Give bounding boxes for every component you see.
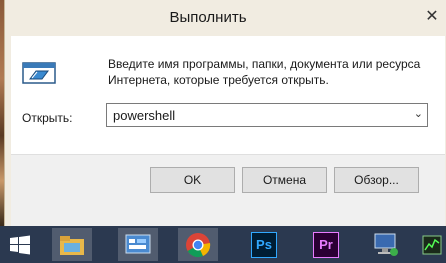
premiere-icon: Pr — [313, 231, 339, 258]
network-computer-icon — [374, 233, 398, 256]
open-combobox[interactable]: powershell ⌄ — [106, 103, 428, 127]
dialog-description: Введите имя программы, папки, документа … — [108, 56, 428, 88]
control-panel-icon — [125, 234, 151, 253]
taskbar-chrome[interactable] — [178, 228, 218, 261]
taskbar-file-explorer[interactable] — [52, 228, 92, 261]
open-input[interactable]: powershell — [113, 108, 175, 123]
close-icon: ✕ — [425, 8, 439, 25]
taskbar-resource-monitor[interactable] — [418, 228, 446, 261]
resource-monitor-icon — [422, 235, 442, 254]
taskbar-control-panel[interactable] — [118, 228, 158, 261]
photoshop-label: Ps — [256, 237, 272, 252]
window-title: Выполнить — [169, 9, 247, 26]
file-explorer-icon — [60, 235, 84, 255]
taskbar-network[interactable] — [366, 228, 406, 261]
browse-button[interactable]: Обзор... — [334, 167, 419, 193]
description-line-2: Интернета, которые требуется открыть. — [108, 73, 329, 87]
open-label: Открыть: — [22, 111, 73, 125]
taskbar-photoshop[interactable]: Ps — [244, 228, 284, 261]
chrome-icon — [186, 232, 211, 257]
taskbar-premiere[interactable]: Pr — [306, 228, 346, 261]
description-line-1: Введите имя программы, папки, документа … — [108, 57, 421, 71]
start-button[interactable] — [0, 228, 40, 261]
chevron-down-icon[interactable]: ⌄ — [414, 107, 423, 120]
premiere-label: Pr — [319, 237, 333, 252]
cancel-button[interactable]: Отмена — [242, 167, 327, 193]
windows-start-icon — [10, 235, 30, 254]
ok-button[interactable]: OK — [150, 167, 235, 193]
taskbar: Ps Pr — [0, 226, 446, 263]
title-bar[interactable]: Выполнить ✕ — [5, 0, 446, 36]
photoshop-icon: Ps — [251, 231, 277, 258]
run-icon — [22, 62, 56, 84]
close-button[interactable]: ✕ — [417, 5, 446, 27]
